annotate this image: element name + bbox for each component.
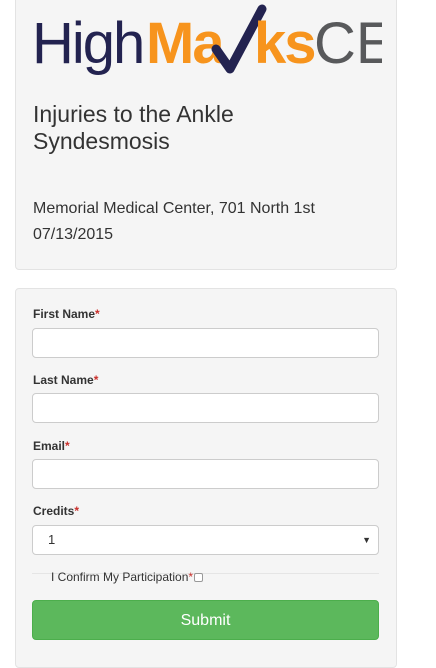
required-marker: * (65, 439, 70, 453)
confirm-checkbox[interactable] (194, 572, 204, 582)
last-name-label: Last Name* (33, 373, 98, 387)
event-date: 07/13/2015 (33, 226, 114, 243)
confirm-participation-label: I Confirm My Participation (51, 570, 189, 584)
last-name-label-text: Last Name (33, 373, 94, 387)
confirm-participation[interactable]: I Confirm My Participation * (51, 570, 204, 584)
logo-text-ce: CE (314, 11, 382, 76)
email-label-text: Email (33, 439, 66, 453)
first-name-input[interactable] (32, 328, 379, 358)
first-name-label: First Name* (33, 307, 100, 321)
logo-text-ks: ks (254, 11, 315, 76)
required-marker: * (74, 504, 80, 518)
credits-select[interactable]: 1 ▼ (32, 525, 379, 555)
credits-label-text: Credits (33, 504, 75, 518)
dropdown-arrow-icon: ▼ (362, 535, 371, 545)
submit-button[interactable]: Submit (32, 600, 379, 640)
registration-form: First Name* Last Name* Email* Credits* 1… (15, 288, 397, 668)
required-marker: * (188, 570, 194, 584)
logo-text-ma: Ma (146, 11, 225, 76)
event-info-panel: High Ma ks CE Injuries to the Ankle Synd… (15, 0, 397, 270)
required-marker: * (95, 307, 100, 321)
first-name-label-text: First Name (33, 307, 96, 321)
credits-label: Credits* (33, 504, 79, 518)
event-title: Injuries to the Ankle Syndesmosis (33, 101, 234, 154)
email-input[interactable] (32, 459, 379, 489)
required-marker: * (93, 373, 99, 387)
credits-selected-value: 1 (48, 532, 56, 547)
event-location: Memorial Medical Center, 701 North 1st (33, 200, 315, 217)
email-label: Email* (33, 439, 70, 453)
last-name-input[interactable] (32, 393, 379, 423)
highmarks-ce-logo: High Ma ks CE (32, 4, 382, 76)
event-details: Memorial Medical Center, 701 North 1st 0… (33, 196, 383, 248)
logo-text-high: High (32, 11, 143, 76)
